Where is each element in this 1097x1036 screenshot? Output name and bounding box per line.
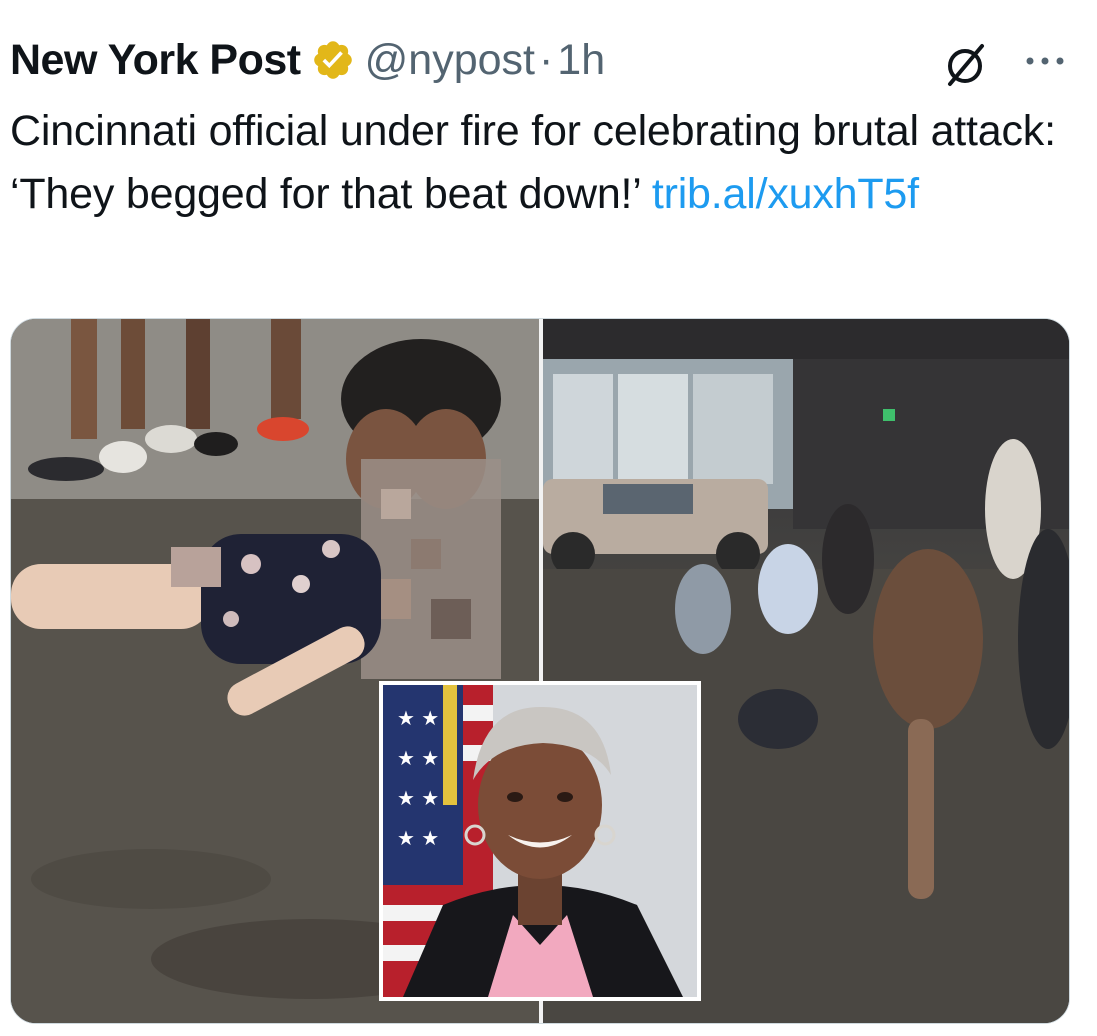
separator-dot: · <box>538 35 554 84</box>
tweet-link[interactable]: trib.al/xuxhT5f <box>652 170 919 218</box>
portrait-graphic: ★ ★ ★ ★ ★ ★ ★ ★ <box>383 685 697 997</box>
media-image[interactable]: ★ ★ ★ ★ ★ ★ ★ ★ <box>10 318 1070 1024</box>
svg-text:★ ★: ★ ★ <box>397 786 439 810</box>
tweet-card[interactable]: New York Post @nypost · 1h Cincinnati of… <box>0 0 1097 1036</box>
tweet-text: Cincinnati official under fire for celeb… <box>10 100 1070 226</box>
svg-text:★ ★: ★ ★ <box>397 706 439 730</box>
timestamp[interactable]: 1h <box>557 36 605 85</box>
inset-portrait-photo: ★ ★ ★ ★ ★ ★ ★ ★ <box>379 681 701 1001</box>
tweet-header: New York Post @nypost · 1h <box>10 30 605 90</box>
verified-badge-icon <box>313 41 352 79</box>
display-name[interactable]: New York Post <box>10 36 301 85</box>
svg-text:★ ★: ★ ★ <box>397 746 439 770</box>
more-options-icon[interactable] <box>1022 48 1068 74</box>
grok-icon[interactable] <box>940 40 990 90</box>
handle[interactable]: @nypost <box>365 36 535 85</box>
svg-text:★ ★: ★ ★ <box>397 826 439 850</box>
